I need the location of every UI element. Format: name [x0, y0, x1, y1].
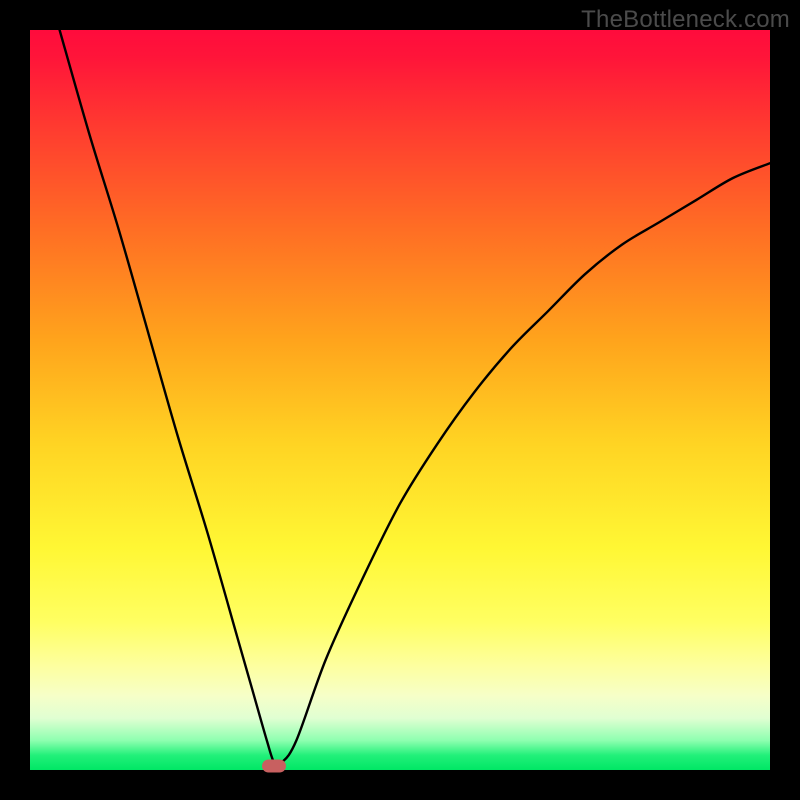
plot-area	[30, 30, 770, 770]
chart-frame: TheBottleneck.com	[0, 0, 800, 800]
bottleneck-curve	[60, 30, 770, 765]
minimum-marker	[262, 760, 286, 773]
curve-svg	[30, 30, 770, 770]
